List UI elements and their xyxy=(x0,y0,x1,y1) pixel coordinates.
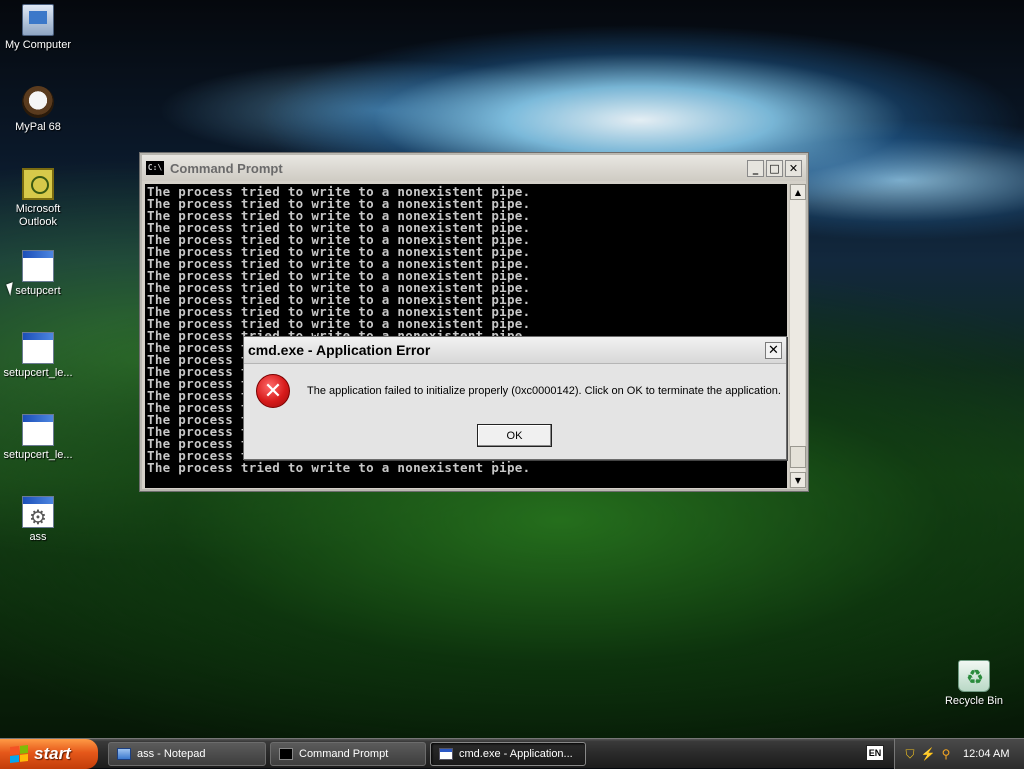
error-icon: ✕ xyxy=(256,374,290,408)
desktop-icon-outlook[interactable]: Microsoft Outlook xyxy=(0,168,76,229)
windows-logo-icon xyxy=(10,745,28,763)
desktop-icon-recycle-bin[interactable]: Recycle Bin xyxy=(936,660,1012,708)
network-icon[interactable]: ⚡ xyxy=(921,747,936,761)
cmd-icon xyxy=(279,748,293,760)
scroll-down-arrow-icon[interactable]: ▼ xyxy=(790,472,806,488)
desktop-icon-label: Microsoft Outlook xyxy=(15,203,61,228)
command-prompt-titlebar[interactable]: C:\ Command Prompt _ □ ✕ xyxy=(142,155,806,181)
ok-button[interactable]: OK xyxy=(477,424,552,447)
desktop-icon-label: Recycle Bin xyxy=(944,695,1004,707)
cmd-app-icon: C:\ xyxy=(146,161,164,175)
window-title: Command Prompt xyxy=(170,160,283,176)
close-button[interactable]: ✕ xyxy=(785,159,802,177)
console-line: The process tried to write to a nonexist… xyxy=(147,460,531,475)
browser-icon xyxy=(22,86,54,118)
security-shield-icon[interactable]: ⛉ xyxy=(903,747,917,761)
language-indicator[interactable]: EN xyxy=(866,745,884,761)
error-message: The application failed to initialize pro… xyxy=(307,385,781,397)
taskbar-button-application-error[interactable]: cmd.exe - Application... xyxy=(430,742,586,766)
desktop-icon-my-computer[interactable]: My Computer xyxy=(0,4,76,52)
taskbar-button-notepad[interactable]: ass - Notepad xyxy=(108,742,266,766)
dialog-title: cmd.exe - Application Error xyxy=(248,342,431,358)
close-button[interactable]: ✕ xyxy=(765,341,782,359)
task-label: ass - Notepad xyxy=(137,748,206,760)
desktop-icon-label: MyPal 68 xyxy=(15,121,61,133)
scroll-up-arrow-icon[interactable]: ▲ xyxy=(790,184,806,200)
desktop-icon-setupcert-le-2[interactable]: setupcert_le... xyxy=(0,414,76,462)
desktop-icon-setupcert-le-1[interactable]: setupcert_le... xyxy=(0,332,76,380)
vertical-scrollbar[interactable]: ▲ ▼ xyxy=(789,184,806,488)
recycle-bin-icon xyxy=(958,660,990,692)
minimize-button[interactable]: _ xyxy=(747,159,764,177)
desktop-icon-label: setupcert_le... xyxy=(3,449,73,461)
clock[interactable]: 12:04 AM xyxy=(963,748,1009,760)
desktop-icon-label: setupcert_le... xyxy=(3,367,73,379)
desktop-icon-ass[interactable]: ass xyxy=(0,496,76,544)
outlook-icon xyxy=(22,168,54,200)
gear-icon xyxy=(22,496,54,530)
window-icon xyxy=(439,748,453,760)
maximize-button[interactable]: □ xyxy=(766,159,783,177)
program-icon xyxy=(22,250,54,282)
task-label: cmd.exe - Application... xyxy=(459,748,573,760)
notepad-icon xyxy=(117,748,131,760)
system-tray: ⛉ ⚡ ⚲ 12:04 AM xyxy=(894,739,1024,769)
dialog-titlebar[interactable]: cmd.exe - Application Error ✕ xyxy=(244,337,786,364)
program-icon xyxy=(22,414,54,446)
start-label: start xyxy=(34,744,71,763)
scroll-thumb[interactable] xyxy=(790,446,806,468)
taskbar-button-command-prompt[interactable]: Command Prompt xyxy=(270,742,426,766)
program-icon xyxy=(22,332,54,364)
desktop-icon-mypal[interactable]: MyPal 68 xyxy=(0,86,76,134)
application-error-dialog[interactable]: cmd.exe - Application Error ✕ ✕ The appl… xyxy=(243,336,787,460)
start-button[interactable]: start xyxy=(0,739,98,769)
desktop-icon-label: My Computer xyxy=(4,39,72,51)
search-icon[interactable]: ⚲ xyxy=(939,747,953,761)
computer-icon xyxy=(22,4,54,36)
desktop-icon-label: ass xyxy=(29,531,47,543)
task-label: Command Prompt xyxy=(299,748,389,760)
